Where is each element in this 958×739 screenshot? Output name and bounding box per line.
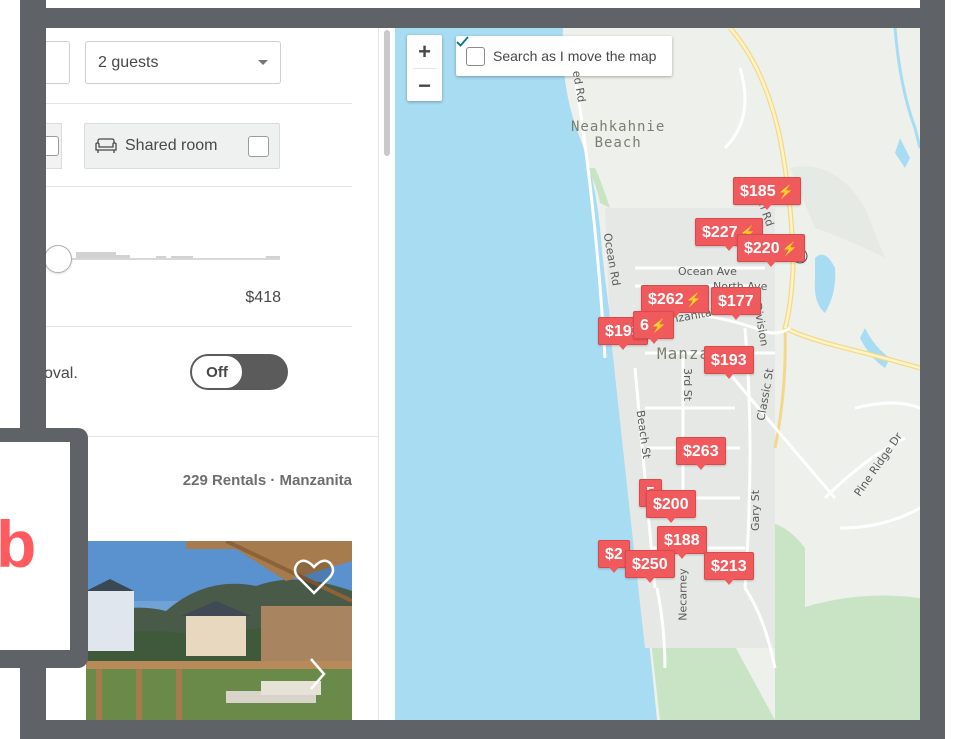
logo-card: b bbox=[0, 428, 88, 668]
place-label-manzanita: Manza bbox=[657, 344, 711, 363]
divider bbox=[46, 436, 378, 437]
price-pin-label: $227 bbox=[702, 224, 738, 241]
instant-book-label: oval. bbox=[46, 365, 78, 382]
price-pin[interactable]: $263 bbox=[676, 437, 726, 470]
chevron-down-icon bbox=[258, 60, 268, 65]
price-pin[interactable]: $185 ⚡ bbox=[733, 177, 801, 210]
toggle-knob: Off bbox=[191, 355, 243, 389]
heart-icon[interactable] bbox=[293, 558, 335, 596]
price-pin-label: 6 bbox=[640, 317, 649, 334]
checkmark-icon bbox=[456, 36, 469, 47]
price-pin-label: $250 bbox=[632, 556, 668, 573]
logo-card-inner: b bbox=[0, 442, 70, 650]
price-pin-label: $263 bbox=[683, 443, 719, 460]
price-pin-label: $188 bbox=[664, 532, 700, 549]
divider bbox=[46, 326, 352, 327]
results-count: 229 Rentals · Manzanita bbox=[182, 472, 352, 489]
private-room-option[interactable] bbox=[46, 123, 62, 169]
panel-scrollbar[interactable] bbox=[378, 28, 394, 720]
shared-room-checkbox[interactable] bbox=[248, 136, 269, 157]
street-label: Gary St bbox=[749, 489, 763, 532]
price-pin-label: $193 bbox=[711, 352, 747, 369]
guests-select[interactable]: 2 guests bbox=[85, 41, 281, 84]
shared-room-label: Shared room bbox=[125, 137, 218, 154]
price-slider-track[interactable] bbox=[58, 258, 280, 260]
price-slider-min-handle[interactable] bbox=[46, 245, 72, 273]
listing-photo[interactable] bbox=[86, 541, 352, 720]
price-pin[interactable]: $213 bbox=[704, 552, 754, 585]
zoom-out-button[interactable]: − bbox=[407, 69, 442, 102]
private-room-checkbox[interactable] bbox=[46, 136, 59, 156]
price-pin-label: $220 bbox=[744, 240, 780, 257]
brand-logo: b bbox=[0, 507, 37, 581]
price-pin-label: $177 bbox=[718, 293, 754, 310]
device-frame-edge bbox=[20, 0, 945, 8]
instant-book-toggle[interactable]: Off bbox=[190, 354, 288, 390]
shared-room-option[interactable]: Shared room bbox=[84, 123, 280, 169]
lightning-icon: ⚡ bbox=[777, 184, 794, 199]
divider bbox=[46, 103, 352, 104]
price-pin[interactable]: 6 ⚡ bbox=[633, 311, 675, 344]
lightning-icon: ⚡ bbox=[781, 241, 798, 256]
street-label: Ocean Ave bbox=[678, 265, 737, 278]
guests-value: 2 guests bbox=[98, 53, 159, 71]
lightning-icon: ⚡ bbox=[685, 292, 702, 307]
price-pin[interactable]: $177 bbox=[711, 287, 761, 320]
street-label: 3rd St bbox=[681, 367, 695, 402]
price-pin[interactable]: $200 bbox=[646, 490, 696, 523]
price-pin-label: $185 bbox=[740, 183, 776, 200]
chevron-right-icon[interactable] bbox=[308, 656, 328, 692]
zoom-control: + − bbox=[407, 35, 442, 101]
price-pin[interactable]: $262 ⚡ bbox=[641, 285, 709, 318]
price-pin[interactable]: $193 bbox=[704, 346, 754, 379]
filters-panel: 2 guests Shared room $418 oval. Off 229 … bbox=[46, 28, 378, 720]
price-pin-label: $2 bbox=[605, 546, 623, 563]
price-max-label: $418 bbox=[245, 289, 281, 306]
zoom-in-button[interactable]: + bbox=[407, 35, 442, 68]
map[interactable]: + − Search as I move the map Neahkahnie B… bbox=[395, 28, 920, 720]
search-as-move-label: Search as I move the map bbox=[493, 48, 657, 64]
device-frame-right bbox=[920, 0, 945, 739]
lightning-icon: ⚡ bbox=[650, 318, 668, 333]
price-pin-label: $262 bbox=[648, 291, 684, 308]
scrollbar-thumb[interactable] bbox=[384, 30, 390, 156]
price-pin[interactable]: $250 bbox=[625, 550, 675, 583]
device-frame-bottom bbox=[20, 720, 945, 739]
place-label-neahkahnie: Neahkahnie Beach bbox=[571, 119, 666, 151]
dates-input[interactable] bbox=[46, 41, 70, 84]
price-pin-label: $213 bbox=[711, 558, 747, 575]
street-label: Necarney bbox=[676, 568, 690, 621]
search-as-move-control[interactable]: Search as I move the map bbox=[456, 36, 672, 76]
price-pin[interactable]: $220 ⚡ bbox=[737, 234, 805, 267]
search-as-move-checkbox[interactable] bbox=[456, 36, 485, 66]
sofa-icon bbox=[95, 138, 117, 153]
divider bbox=[46, 186, 352, 187]
price-pin-label: $200 bbox=[653, 496, 689, 513]
